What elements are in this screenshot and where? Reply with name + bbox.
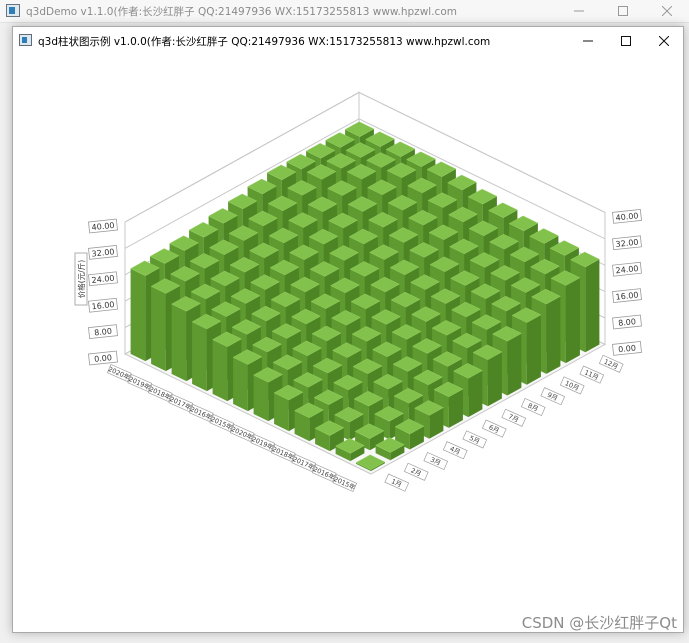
row-axis-label: 2019年 (250, 434, 275, 452)
minimize-button[interactable] (569, 27, 607, 54)
outer-maximize-button[interactable] (601, 0, 645, 22)
y-tick-left: 0.00 (94, 353, 113, 364)
row-axis-label: 2018年 (148, 384, 173, 402)
row-axis-label: 2015年 (332, 474, 357, 492)
bar-left-face (233, 357, 248, 412)
row-axis-label: 2018年 (271, 444, 296, 462)
bar-left-face (212, 339, 228, 402)
close-icon (662, 6, 672, 16)
outer-titlebar: q3dDemo v1.1.0(作者:长沙红胖子 QQ:21497936 WX:1… (0, 0, 689, 23)
row-axis-label: 2015年 (209, 414, 234, 432)
bar-left-face (171, 304, 187, 382)
outer-window-title: q3dDemo v1.1.0(作者:长沙红胖子 QQ:21497936 WX:1… (26, 6, 457, 18)
bar-left-face (130, 268, 146, 362)
row-axis-label: 2019年 (127, 374, 152, 392)
app-icon (6, 4, 20, 17)
y-axis-title: 价格(元/斤) (76, 260, 86, 298)
bar-left-face (151, 286, 166, 372)
bar-right-face (526, 314, 541, 385)
window-titlebar: q3d柱状图示例 v1.0.0(作者:长沙红胖子 QQ:21497936 WX:… (13, 27, 683, 54)
close-icon (659, 35, 669, 46)
bar-right-face (565, 277, 580, 364)
bar-right-face (585, 259, 600, 353)
row-axis-label: 2017年 (168, 394, 193, 412)
bar-left-face (253, 375, 269, 422)
close-button[interactable] (645, 27, 683, 54)
outer-minimize-button[interactable] (557, 0, 601, 22)
row-axis-label: 2020年 (107, 364, 132, 382)
bar-right-face (468, 370, 483, 418)
y-tick-right: 0.00 (618, 343, 637, 354)
y-tick-right: 8.00 (618, 317, 637, 328)
bar-chart-window: q3d柱状图示例 v1.0.0(作者:长沙红胖子 QQ:21497936 WX:… (12, 26, 684, 633)
app-icon (19, 34, 32, 46)
minimize-icon (574, 10, 584, 12)
row-axis-label: 2016年 (312, 464, 337, 482)
row-axis-label: 2017年 (291, 454, 316, 472)
outer-window-controls (557, 0, 689, 22)
watermark: CSDN @长沙红胖子Qt (521, 614, 677, 632)
bar-right-face (546, 296, 561, 374)
bar-right-face (507, 333, 522, 396)
outer-close-button[interactable] (645, 0, 689, 22)
bar-3d-chart[interactable]: 0.000.008.008.0016.0016.0024.0024.0032.0… (13, 54, 683, 632)
maximize-icon (618, 6, 628, 16)
row-axis-label: 2016年 (189, 404, 214, 422)
bar-right-face (487, 351, 502, 407)
window-controls (569, 27, 683, 54)
bar-left-face (192, 321, 207, 392)
y-tick-left: 8.00 (94, 327, 113, 338)
row-axis-label: 2020年 (230, 424, 255, 442)
graph-3d-area[interactable]: 0.00 0.00 8.00 8.00 16.00 16.00 24.00 24.00 32.0… (13, 54, 683, 632)
maximize-button[interactable] (607, 27, 645, 54)
minimize-icon (583, 40, 593, 41)
window-title: q3d柱状图示例 v1.0.0(作者:长沙红胖子 QQ:21497936 WX:… (38, 36, 491, 48)
maximize-icon (621, 35, 631, 46)
